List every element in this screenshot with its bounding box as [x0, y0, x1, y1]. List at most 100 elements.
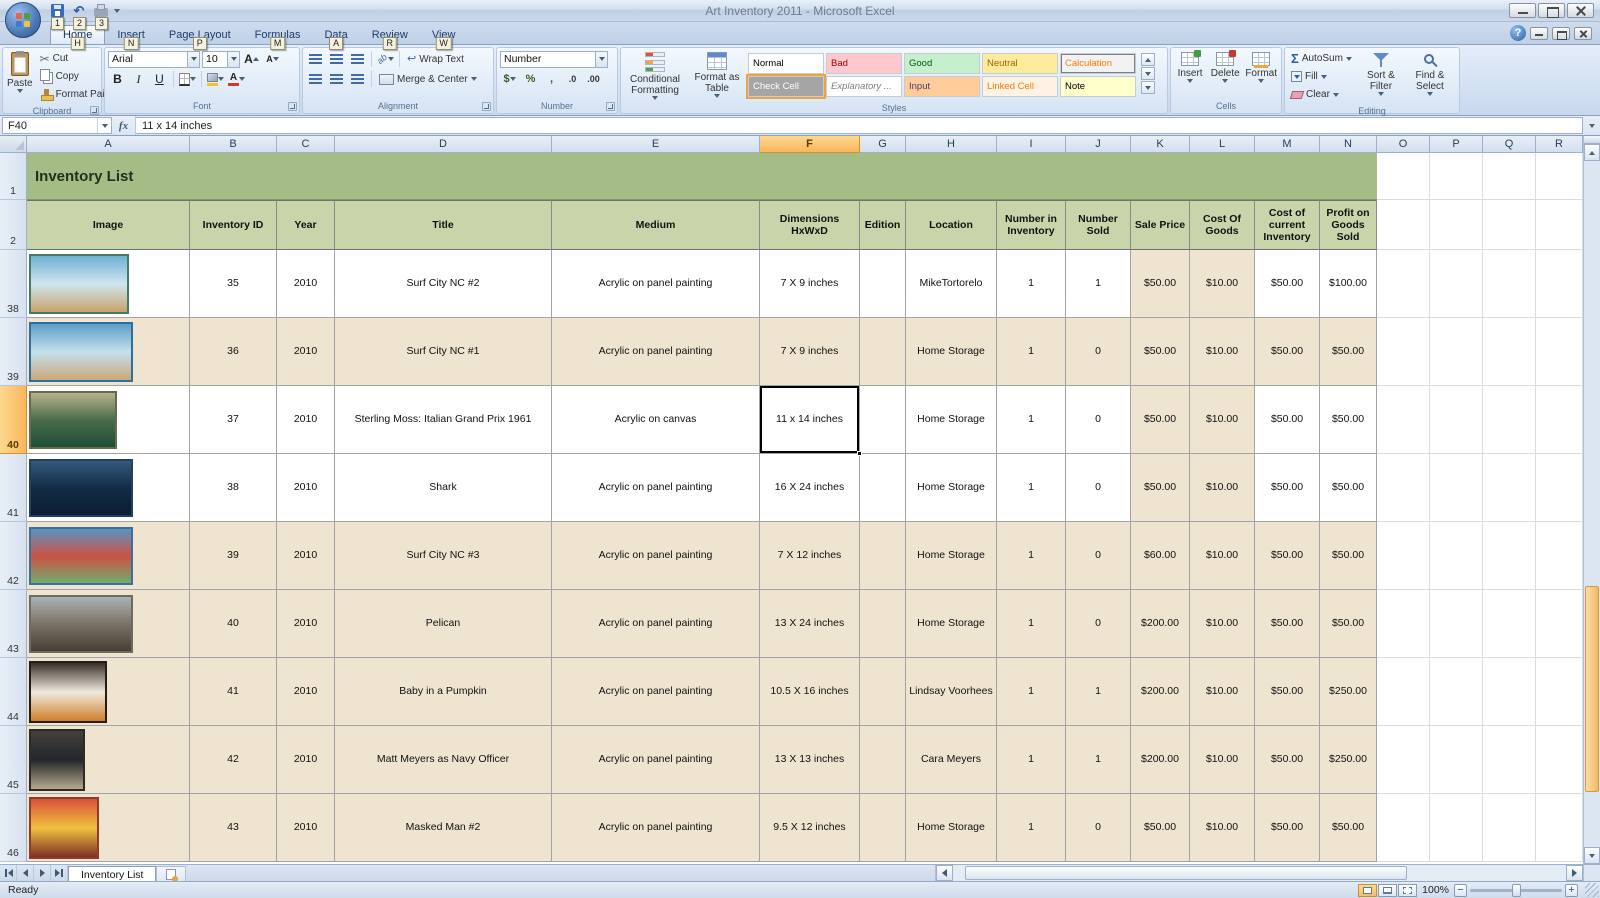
cell-K40[interactable]: $50.00 — [1131, 386, 1190, 454]
column-header-Q[interactable]: Q — [1483, 136, 1536, 153]
autosum-button[interactable]: ΣAutoSum — [1288, 50, 1355, 67]
row-header-2[interactable]: 2 — [0, 200, 27, 250]
sheet-title[interactable]: Inventory List — [27, 153, 1377, 200]
cell-I45[interactable]: 1 — [997, 726, 1066, 794]
cell-O43[interactable] — [1377, 590, 1430, 658]
cell-Q41[interactable] — [1483, 454, 1536, 522]
italic-button[interactable]: I — [129, 71, 148, 88]
align-middle-button[interactable] — [327, 51, 346, 68]
zoom-track[interactable] — [1470, 889, 1562, 892]
cell-R[interactable] — [1536, 200, 1583, 250]
cell-F44[interactable]: 10.5 X 16 inches — [760, 658, 860, 726]
tab-formulas[interactable]: FormulasM — [243, 26, 313, 44]
cell-A46[interactable] — [27, 794, 190, 862]
table-header-title[interactable]: Title — [335, 200, 552, 250]
cell-R39[interactable] — [1536, 318, 1583, 386]
cell-B43[interactable]: 40 — [190, 590, 277, 658]
page-layout-view-button[interactable] — [1378, 884, 1397, 897]
cell-R45[interactable] — [1536, 726, 1583, 794]
cell-O42[interactable] — [1377, 522, 1430, 590]
first-sheet-button[interactable] — [0, 865, 17, 881]
cell-F45[interactable]: 13 X 13 inches — [760, 726, 860, 794]
table-header-location[interactable]: Location — [906, 200, 997, 250]
cell-F46[interactable]: 9.5 X 12 inches — [760, 794, 860, 862]
cell-Q45[interactable] — [1483, 726, 1536, 794]
cell-H43[interactable]: Home Storage — [906, 590, 997, 658]
cell-K43[interactable]: $200.00 — [1131, 590, 1190, 658]
cell-B40[interactable]: 37 — [190, 386, 277, 454]
column-header-E[interactable]: E — [552, 136, 760, 153]
normal-view-button[interactable] — [1358, 884, 1377, 897]
cell-N41[interactable]: $50.00 — [1320, 454, 1377, 522]
cell-L39[interactable]: $10.00 — [1190, 318, 1255, 386]
cell-E43[interactable]: Acrylic on panel painting — [552, 590, 760, 658]
selection-fill-handle[interactable] — [857, 451, 862, 456]
table-header-year[interactable]: Year — [277, 200, 335, 250]
cell-R[interactable] — [1536, 153, 1583, 200]
cell-E46[interactable]: Acrylic on panel painting — [552, 794, 760, 862]
cell-H44[interactable]: Lindsay Voorhees — [906, 658, 997, 726]
sort-filter-button[interactable]: Sort & Filter — [1358, 50, 1404, 96]
table-header-number-in-inventory[interactable]: Number in Inventory — [997, 200, 1066, 250]
workbook-minimize-button[interactable] — [1530, 27, 1548, 40]
cell-I43[interactable]: 1 — [997, 590, 1066, 658]
cell-K39[interactable]: $50.00 — [1131, 318, 1190, 386]
scroll-up-button[interactable] — [1584, 144, 1600, 161]
zoom-level[interactable]: 100% — [1422, 884, 1449, 896]
cell-Q[interactable] — [1483, 200, 1536, 250]
cell-M46[interactable]: $50.00 — [1255, 794, 1320, 862]
cell-Q46[interactable] — [1483, 794, 1536, 862]
cell-O44[interactable] — [1377, 658, 1430, 726]
cell-L42[interactable]: $10.00 — [1190, 522, 1255, 590]
alignment-dialog-launcher[interactable] — [482, 102, 491, 111]
cell-M39[interactable]: $50.00 — [1255, 318, 1320, 386]
cell-O41[interactable] — [1377, 454, 1430, 522]
cell-A43[interactable] — [27, 590, 190, 658]
horizontal-scrollbar[interactable] — [935, 865, 1583, 881]
row-header-43[interactable]: 43 — [0, 590, 27, 658]
cell-I46[interactable]: 1 — [997, 794, 1066, 862]
cell-J45[interactable]: 1 — [1066, 726, 1131, 794]
cell-G45[interactable] — [860, 726, 906, 794]
cell-Q40[interactable] — [1483, 386, 1536, 454]
tab-view[interactable]: ViewW — [420, 26, 468, 44]
cell-K38[interactable]: $50.00 — [1131, 250, 1190, 318]
select-all-corner[interactable] — [0, 136, 27, 153]
cell-D39[interactable]: Surf City NC #1 — [335, 318, 552, 386]
cell-L44[interactable]: $10.00 — [1190, 658, 1255, 726]
cell-O39[interactable] — [1377, 318, 1430, 386]
grow-font-button[interactable]: A — [242, 51, 261, 68]
cell-I39[interactable]: 1 — [997, 318, 1066, 386]
cell-R43[interactable] — [1536, 590, 1583, 658]
cell-B45[interactable]: 42 — [190, 726, 277, 794]
cell-J38[interactable]: 1 — [1066, 250, 1131, 318]
cell-K44[interactable]: $200.00 — [1131, 658, 1190, 726]
delete-cells-button[interactable]: Delete — [1209, 50, 1241, 83]
cell-F40[interactable]: 11 x 14 inches — [760, 386, 860, 454]
cell-Q44[interactable] — [1483, 658, 1536, 726]
cell-G46[interactable] — [860, 794, 906, 862]
cell-P40[interactable] — [1430, 386, 1483, 454]
cell-G43[interactable] — [860, 590, 906, 658]
cell-P[interactable] — [1430, 200, 1483, 250]
cell-C38[interactable]: 2010 — [277, 250, 335, 318]
scroll-right-button[interactable] — [1566, 865, 1583, 881]
cell-K42[interactable]: $60.00 — [1131, 522, 1190, 590]
column-header-D[interactable]: D — [335, 136, 552, 153]
column-header-L[interactable]: L — [1190, 136, 1255, 153]
cell-G38[interactable] — [860, 250, 906, 318]
table-header-cost-of-current-inventory[interactable]: Cost of current Inventory — [1255, 200, 1320, 250]
cell-D41[interactable]: Shark — [335, 454, 552, 522]
row-header-38[interactable]: 38 — [0, 250, 27, 318]
fill-button[interactable]: Fill — [1288, 68, 1355, 85]
cell-D44[interactable]: Baby in a Pumpkin — [335, 658, 552, 726]
font-size-combo[interactable]: 10 — [202, 51, 240, 68]
cell-A38[interactable] — [27, 250, 190, 318]
borders-button[interactable] — [178, 71, 197, 88]
cell-J39[interactable]: 0 — [1066, 318, 1131, 386]
cell-C44[interactable]: 2010 — [277, 658, 335, 726]
cell-B42[interactable]: 39 — [190, 522, 277, 590]
minimize-button[interactable] — [1509, 3, 1536, 18]
cell-J44[interactable]: 1 — [1066, 658, 1131, 726]
align-bottom-button[interactable] — [348, 51, 367, 68]
